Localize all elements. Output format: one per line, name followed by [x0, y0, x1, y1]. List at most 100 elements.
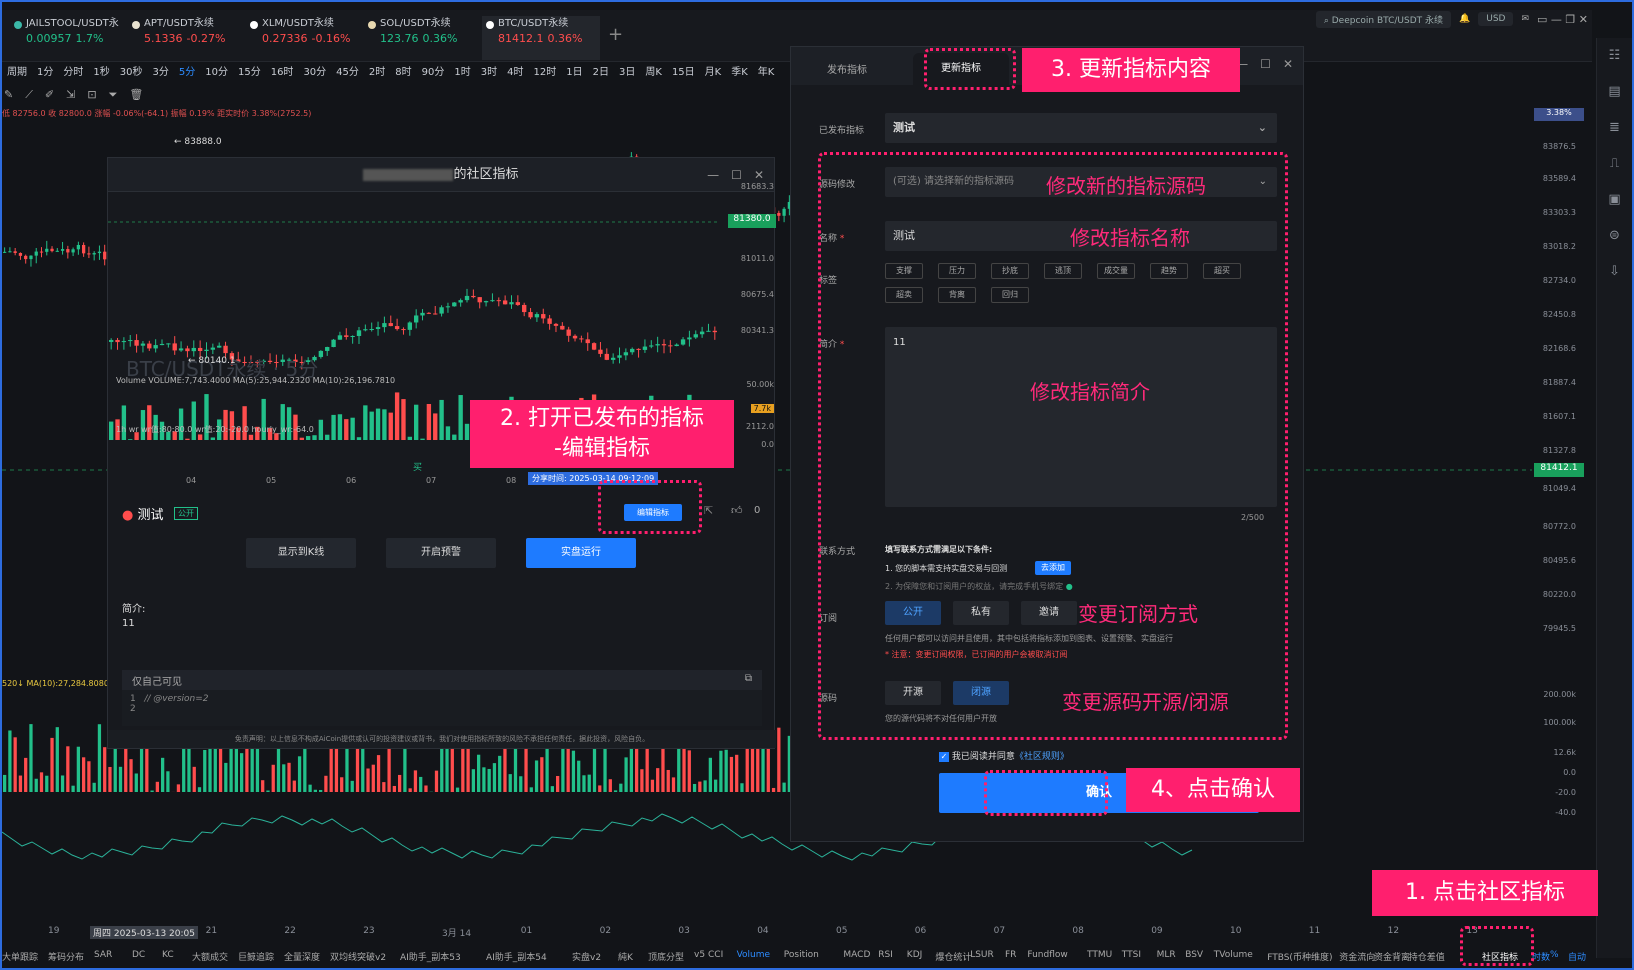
indicator-item[interactable]: 巨鲸追踪	[238, 950, 274, 963]
indicator-item[interactable]: CCI	[708, 950, 723, 960]
indicator-item[interactable]: 双均线突破v2	[330, 950, 386, 963]
symbol-tab[interactable]: JAILSTOOL/USDT永 0.00957 1.7%	[10, 16, 128, 60]
brush-icon[interactable]: ✐	[45, 88, 54, 106]
indicator-item[interactable]: TTMU	[1087, 950, 1112, 960]
symbol-tab[interactable]: XLM/USDT永续 0.27336 -0.16%	[246, 16, 364, 60]
maximize-icon[interactable]: ☐	[1260, 57, 1271, 71]
timeframe-option[interactable]: 周K	[640, 64, 667, 82]
tool-icon[interactable]: ✎	[4, 88, 13, 106]
timeframe-option[interactable]: 年K	[753, 64, 780, 82]
indicator-item[interactable]: 实盘v2	[572, 950, 601, 963]
symbol-tab[interactable]: BTC/USDT永续 81412.1 0.36%	[482, 16, 600, 60]
indicator-item[interactable]: Position	[784, 950, 819, 960]
timeframe-option[interactable]: 1分	[32, 64, 58, 82]
indicator-item[interactable]: 持仓差值	[1409, 950, 1445, 963]
lock-icon[interactable]: ⊡	[87, 88, 96, 106]
timeframe-option[interactable]: 1秒	[88, 64, 114, 82]
mail-icon[interactable]: ✉	[1521, 14, 1529, 24]
indicator-item[interactable]: LSUR	[970, 950, 994, 960]
ruler-icon[interactable]: ⟋	[25, 88, 33, 106]
timeframe-option[interactable]: 15日	[667, 64, 700, 82]
indicator-item[interactable]: KDJ	[907, 950, 923, 960]
timeframe-option[interactable]: 30分	[298, 64, 331, 82]
timeframe-option[interactable]: 4时	[502, 64, 528, 82]
agree-checkbox[interactable]: ✓	[939, 752, 949, 762]
indicator-item[interactable]: Fundflow	[1027, 950, 1067, 960]
download-icon[interactable]: ⇩	[1597, 254, 1632, 290]
indicator-item[interactable]: 资金背离	[1374, 950, 1410, 963]
timeframe-option[interactable]: 周期	[2, 64, 32, 82]
window-controls[interactable]: ▭ — ❐ ✕	[1537, 13, 1588, 26]
close-icon[interactable]: ✕	[1283, 57, 1293, 71]
timeframe-option[interactable]: 16时	[266, 64, 299, 82]
timeframe-option[interactable]: 90分	[417, 64, 450, 82]
minimize-icon[interactable]: —	[707, 158, 719, 192]
timeframe-option[interactable]: 3日	[614, 64, 640, 82]
indicator-item[interactable]: KC	[162, 950, 174, 960]
indicator-item[interactable]: RSI	[878, 950, 893, 960]
timeframe-option[interactable]: 月K	[700, 64, 727, 82]
indicator-item[interactable]: FR	[1005, 950, 1016, 960]
code-area[interactable]: 1 // @version=2 2	[122, 690, 762, 726]
timeframe-option[interactable]: 季K	[726, 64, 753, 82]
live-run-button[interactable]: 实盘运行	[526, 538, 636, 568]
indicator-item[interactable]: 资金流向	[1339, 950, 1375, 963]
indicator-item[interactable]: TVolume	[1214, 950, 1253, 960]
timeframe-option[interactable]: 12时	[529, 64, 562, 82]
bottom-toggle[interactable]: 自动	[1568, 950, 1586, 963]
timeframe-option[interactable]: 30秒	[115, 64, 148, 82]
measure-icon[interactable]: ⇲	[66, 88, 75, 106]
timeframe-option[interactable]: 8时	[390, 64, 416, 82]
show-on-kline-button[interactable]: 显示到K线	[246, 538, 356, 568]
timeframe-option[interactable]: 1日	[561, 64, 587, 82]
indicator-item[interactable]: 爆仓统计	[935, 950, 971, 963]
indicator-item[interactable]: 大额成交	[192, 950, 228, 963]
timeframe-option[interactable]: 2日	[588, 64, 614, 82]
indicator-item[interactable]: DC	[132, 950, 145, 960]
chart-icon[interactable]: ⎍	[1597, 146, 1632, 182]
list-icon[interactable]: ≣	[1597, 110, 1632, 146]
copy-icon[interactable]: ⧉	[745, 673, 752, 684]
like-icon[interactable]: 👍︎	[731, 504, 743, 517]
timeframe-option[interactable]: 15分	[233, 64, 266, 82]
bottom-toggle[interactable]: 时数	[1532, 950, 1550, 963]
timeframe-option[interactable]: 1时	[449, 64, 475, 82]
rules-link[interactable]: 《社区规则》	[1015, 752, 1069, 762]
indicator-item[interactable]: FTBS(币种维度)	[1267, 950, 1332, 963]
tab-publish[interactable]: 发布指标	[827, 61, 867, 76]
indicator-item[interactable]: MLR	[1157, 950, 1176, 960]
indicator-item[interactable]: 純K	[618, 950, 633, 963]
timeframe-option[interactable]: 45分	[331, 64, 364, 82]
indicator-item[interactable]: 大单跟踪	[2, 950, 38, 963]
bell-icon[interactable]: 🔔	[1459, 14, 1470, 24]
monitor-icon[interactable]: ▣	[1597, 182, 1632, 218]
timeframe-option[interactable]: 分时	[58, 64, 88, 82]
timeframe-option[interactable]: 3时	[476, 64, 502, 82]
add-tab-icon[interactable]: +	[608, 24, 623, 45]
trash-icon[interactable]: 🗑	[129, 88, 143, 106]
share-icon[interactable]: ⇱	[704, 504, 713, 517]
indicator-item[interactable]: v5	[694, 950, 705, 960]
currency-select[interactable]: USD	[1478, 12, 1514, 26]
timeframe-option[interactable]: 2时	[364, 64, 390, 82]
book-icon[interactable]: ▤	[1597, 74, 1632, 110]
indicator-item[interactable]: BSV	[1185, 950, 1203, 960]
timeframe-option[interactable]: 5分	[174, 64, 200, 82]
symbol-tab[interactable]: APT/USDT永续 5.1336 -0.27%	[128, 16, 246, 60]
indicator-item[interactable]: TTSI	[1122, 950, 1141, 960]
search-box[interactable]: ⌕ Deepcoin BTC/USDT 永续	[1315, 10, 1452, 28]
order-icon[interactable]: ⊜	[1597, 218, 1632, 254]
indicator-item[interactable]: Volume	[737, 950, 770, 960]
enable-alert-button[interactable]: 开启预警	[386, 538, 496, 568]
grid-icon[interactable]: ☷	[1597, 38, 1632, 74]
symbol-tab[interactable]: SOL/USDT永续 123.76 0.36%	[364, 16, 482, 60]
indicator-item[interactable]: AI助手_副本53	[400, 950, 461, 963]
indicator-item[interactable]: 顶底分型	[648, 950, 684, 963]
timeframe-option[interactable]: 10分	[200, 64, 233, 82]
published-select[interactable]: 测试 ⌄	[885, 113, 1277, 143]
indicator-item[interactable]: 筹码分布	[48, 950, 84, 963]
indicator-item[interactable]: SAR	[94, 950, 112, 960]
bottom-toggle[interactable]: %	[1550, 950, 1559, 960]
indicator-item[interactable]: 全量深度	[284, 950, 320, 963]
filter-icon[interactable]: ⏷	[109, 88, 118, 106]
